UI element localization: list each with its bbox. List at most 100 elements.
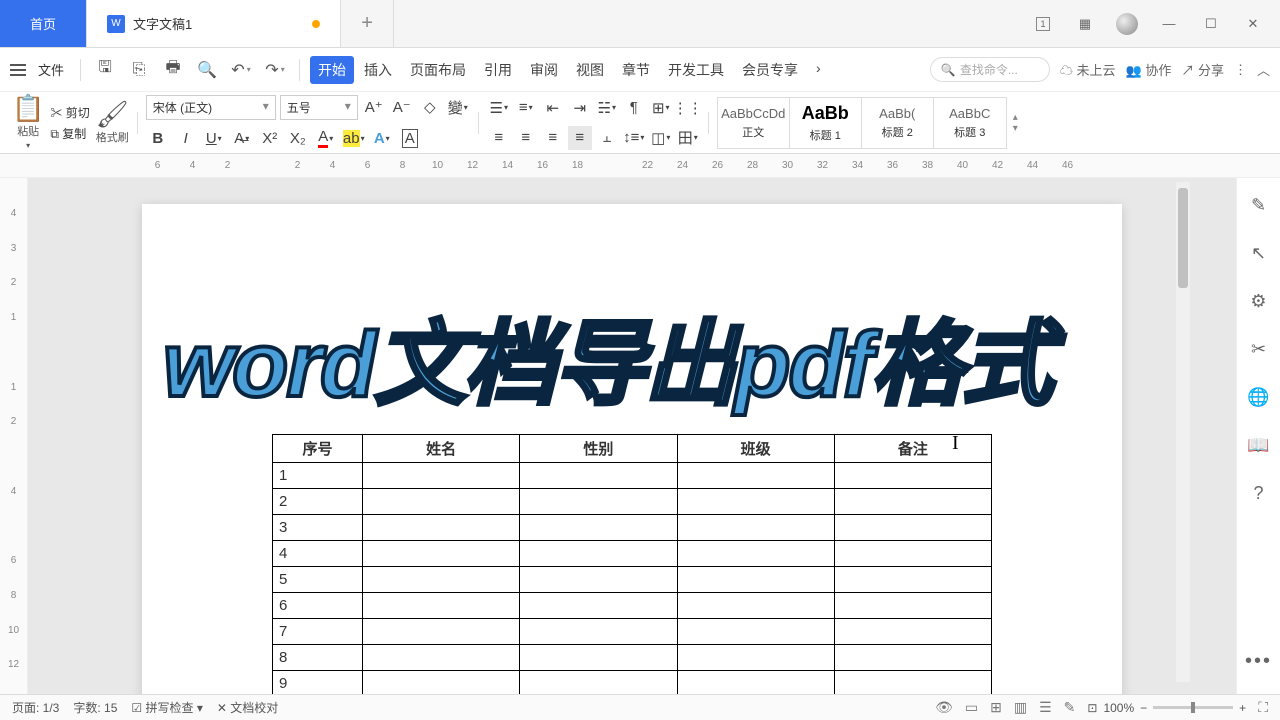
table-header[interactable]: 性别: [520, 435, 677, 463]
maximize-button[interactable]: ☐: [1192, 9, 1230, 39]
book-icon[interactable]: 📖: [1246, 432, 1272, 458]
align-right-icon[interactable]: ≡: [541, 126, 565, 150]
table-header[interactable]: 序号: [273, 435, 363, 463]
screenshot-icon[interactable]: ✂: [1246, 336, 1272, 362]
document-tab[interactable]: W 文字文稿1: [87, 0, 341, 47]
table-row[interactable]: 7: [273, 619, 992, 645]
globe-icon[interactable]: 🌐: [1246, 384, 1272, 410]
table-row[interactable]: 9: [273, 671, 992, 695]
eye-icon[interactable]: 👁: [935, 699, 953, 716]
table-row[interactable]: 6: [273, 593, 992, 619]
cloud-status[interactable]: ☁ 未上云: [1060, 60, 1116, 79]
para-border-icon[interactable]: ⊞: [649, 96, 673, 120]
zoom-out-icon[interactable]: −: [1140, 701, 1147, 715]
dec-indent-icon[interactable]: ⇤: [541, 96, 565, 120]
tab-references[interactable]: 引用: [476, 56, 520, 84]
command-search-input[interactable]: 查找命令...: [930, 57, 1050, 82]
more-icon[interactable]: •••: [1246, 648, 1272, 674]
bullets-icon[interactable]: ☰: [487, 96, 511, 120]
styles-scroll-up[interactable]: ▴: [1013, 112, 1018, 123]
home-tab[interactable]: 首页: [0, 0, 87, 47]
print-icon[interactable]: 🖶: [159, 56, 187, 84]
phonetic-icon[interactable]: 變: [446, 95, 470, 119]
style-h2[interactable]: AaBb(标题 2: [862, 98, 934, 148]
subscript-icon[interactable]: X₂: [286, 126, 310, 150]
table-row[interactable]: 2: [273, 489, 992, 515]
hamburger-menu[interactable]: [10, 64, 26, 76]
font-size-select[interactable]: 五号: [280, 95, 358, 120]
pencil-icon[interactable]: ✎: [1246, 192, 1272, 218]
line-spacing-icon[interactable]: ↕≡: [622, 126, 646, 150]
font-color-icon[interactable]: A: [314, 126, 338, 150]
style-h3[interactable]: AaBbC标题 3: [934, 98, 1006, 148]
strike-icon[interactable]: A̶: [230, 126, 254, 150]
undo-button[interactable]: ↶: [227, 56, 255, 84]
zoom-control[interactable]: ⊡ 100% − +: [1087, 701, 1246, 715]
table-row[interactable]: 1: [273, 463, 992, 489]
tab-stops-icon[interactable]: ⋮⋮: [676, 96, 700, 120]
file-menu[interactable]: 文件: [32, 56, 70, 83]
spell-check[interactable]: ☑ 拼写检查 ▾: [131, 699, 202, 716]
help-icon[interactable]: ?: [1246, 480, 1272, 506]
shading-icon[interactable]: ◫: [649, 126, 673, 150]
format-painter-button[interactable]: 🖌格式刷: [96, 101, 129, 145]
share-button[interactable]: ↗ 分享: [1181, 60, 1224, 79]
tab-view[interactable]: 视图: [568, 56, 612, 84]
page-indicator[interactable]: 页面: 1/3: [12, 699, 59, 716]
text-effect-icon[interactable]: A: [370, 126, 394, 150]
horizontal-ruler[interactable]: 6422468101214161822242628303234363840424…: [0, 154, 1280, 178]
italic-icon[interactable]: I: [174, 126, 198, 150]
layout1-button[interactable]: 1: [1024, 9, 1062, 39]
table-row[interactable]: 5: [273, 567, 992, 593]
inc-font-icon[interactable]: A⁺: [362, 95, 386, 119]
dec-font-icon[interactable]: A⁻: [390, 95, 414, 119]
tab-review[interactable]: 审阅: [522, 56, 566, 84]
export-icon[interactable]: ⎘: [125, 56, 153, 84]
tab-page-layout[interactable]: 页面布局: [402, 56, 474, 84]
word-count[interactable]: 字数: 15: [73, 699, 117, 716]
collapse-ribbon-icon[interactable]: ︿: [1257, 60, 1270, 79]
font-name-select[interactable]: 宋体 (正文): [146, 95, 276, 120]
minimize-button[interactable]: —: [1150, 9, 1188, 39]
table-header[interactable]: 备注: [834, 435, 991, 463]
table-row[interactable]: 4: [273, 541, 992, 567]
preview-icon[interactable]: 🔍: [193, 56, 221, 84]
new-tab-button[interactable]: +: [341, 0, 394, 47]
redo-button[interactable]: ↷: [261, 56, 289, 84]
char-border-icon[interactable]: A: [398, 126, 422, 150]
user-avatar[interactable]: [1108, 9, 1146, 39]
styles-scroll-down[interactable]: ▾: [1013, 123, 1018, 134]
tab-more[interactable]: ›: [808, 56, 829, 84]
document-canvas[interactable]: 📄 word文档导出pdf格式 序号姓名性别班级备注 123456789 I: [28, 178, 1236, 694]
proof-button[interactable]: ✕ 文档校对: [217, 699, 278, 716]
align-justify-icon[interactable]: ≡: [568, 126, 592, 150]
close-button[interactable]: ✕: [1234, 9, 1272, 39]
align-left-icon[interactable]: ≡: [487, 126, 511, 150]
vertical-scrollbar[interactable]: [1176, 182, 1190, 682]
zoom-in-icon[interactable]: +: [1239, 701, 1246, 715]
cut-button[interactable]: ✂ 剪切: [50, 104, 89, 121]
bold-icon[interactable]: B: [146, 126, 170, 150]
tab-insert[interactable]: 插入: [356, 56, 400, 84]
superscript-icon[interactable]: X²: [258, 126, 282, 150]
fullscreen-icon[interactable]: ⛶: [1258, 699, 1268, 716]
kebab-menu[interactable]: ⋮: [1234, 62, 1247, 78]
align-center-icon[interactable]: ≡: [514, 126, 538, 150]
collab-button[interactable]: 👥 协作: [1126, 60, 1172, 79]
vertical-ruler[interactable]: 4321124681012: [0, 178, 28, 694]
sort-icon[interactable]: ☵: [595, 96, 619, 120]
paste-button[interactable]: 📋粘贴▾: [12, 95, 44, 150]
cursor-icon[interactable]: ↖: [1246, 240, 1272, 266]
inc-indent-icon[interactable]: ⇥: [568, 96, 592, 120]
save-icon[interactable]: 🖫: [91, 56, 119, 84]
tab-dev-tools[interactable]: 开发工具: [660, 56, 732, 84]
fit-icon[interactable]: ⊡: [1087, 701, 1097, 715]
page-view-icon[interactable]: ⊞: [990, 699, 1002, 716]
table-row[interactable]: 8: [273, 645, 992, 671]
copy-button[interactable]: ⧉ 复制: [50, 125, 89, 142]
clear-format-icon[interactable]: ◇: [418, 95, 442, 119]
grid-view-icon[interactable]: ▭: [965, 699, 978, 716]
tab-premium[interactable]: 会员专享: [734, 56, 806, 84]
table-header[interactable]: 姓名: [363, 435, 520, 463]
tab-start[interactable]: 开始: [310, 56, 354, 84]
